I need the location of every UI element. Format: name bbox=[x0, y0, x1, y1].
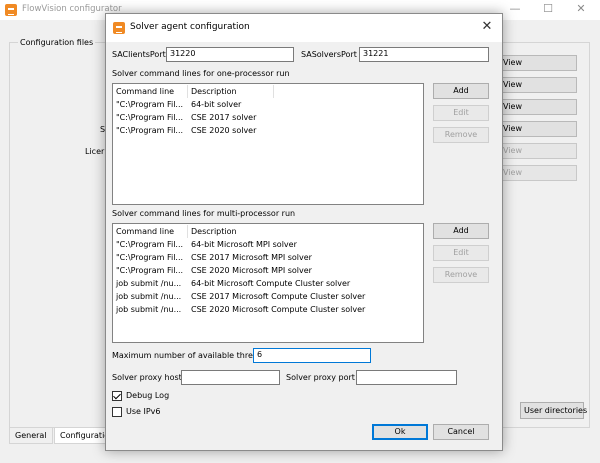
description-cell: CSE 2017 Microsoft MPI solver bbox=[191, 253, 312, 262]
list-item[interactable]: "C:\Program Fil... CSE 2017 Microsoft MP… bbox=[113, 252, 423, 265]
minimize-icon[interactable]: — bbox=[505, 2, 525, 15]
solver-agent-dialog: Solver agent configuration ✕ SAClientsPo… bbox=[105, 13, 503, 451]
column-header[interactable]: Description bbox=[191, 227, 237, 236]
list-header: Command line Description bbox=[113, 224, 423, 238]
sasolvers-port-label: SASolversPort bbox=[301, 50, 357, 59]
multi-proc-edit-button[interactable]: Edit bbox=[433, 245, 489, 261]
command-cell: job submit /nu... bbox=[116, 292, 182, 301]
command-cell: "C:\Program Fil... bbox=[116, 100, 184, 109]
multi-proc-remove-button[interactable]: Remove bbox=[433, 267, 489, 283]
proxy-host-field[interactable] bbox=[181, 370, 280, 385]
app-icon bbox=[113, 22, 125, 34]
command-cell: "C:\Program Fil... bbox=[116, 240, 184, 249]
multi-proc-list[interactable]: Command line Description "C:\Program Fil… bbox=[112, 223, 424, 343]
dialog-titlebar: Solver agent configuration ✕ bbox=[106, 14, 502, 42]
tab-general[interactable]: General bbox=[9, 428, 53, 444]
use-ipv6-checkbox[interactable] bbox=[112, 407, 122, 417]
one-proc-add-button[interactable]: Add bbox=[433, 83, 489, 99]
column-header[interactable]: Command line bbox=[116, 227, 174, 236]
configuration-files-title: Configuration files bbox=[18, 38, 96, 47]
max-threads-label: Maximum number of available threads bbox=[112, 351, 268, 360]
list-header: Command line Description bbox=[113, 84, 423, 98]
command-cell: "C:\Program Fil... bbox=[116, 253, 184, 262]
list-item[interactable]: job submit /nu... CSE 2020 Microsoft Com… bbox=[113, 304, 423, 317]
column-divider[interactable] bbox=[187, 225, 188, 238]
view-button[interactable]: View bbox=[493, 55, 577, 71]
list-item[interactable]: "C:\Program Fil... CSE 2020 solver bbox=[113, 125, 423, 138]
partial-label: Licer bbox=[85, 147, 105, 156]
debug-log-checkbox[interactable] bbox=[112, 391, 122, 401]
column-divider[interactable] bbox=[273, 85, 274, 98]
description-cell: CSE 2017 solver bbox=[191, 113, 257, 122]
view-button[interactable]: View bbox=[493, 99, 577, 115]
use-ipv6-label[interactable]: Use IPv6 bbox=[126, 407, 161, 416]
one-proc-remove-button[interactable]: Remove bbox=[433, 127, 489, 143]
ok-button[interactable]: Ok bbox=[372, 424, 428, 440]
list-item[interactable]: job submit /nu... CSE 2017 Microsoft Com… bbox=[113, 291, 423, 304]
max-threads-field[interactable]: 6 bbox=[253, 348, 371, 363]
proxy-host-label: Solver proxy host bbox=[112, 373, 182, 382]
list-item[interactable]: job submit /nu... 64-bit Microsoft Compu… bbox=[113, 278, 423, 291]
command-cell: "C:\Program Fil... bbox=[116, 113, 184, 122]
debug-log-label[interactable]: Debug Log bbox=[126, 391, 169, 400]
proxy-port-field[interactable] bbox=[356, 370, 457, 385]
sasolvers-port-field[interactable]: 31221 bbox=[359, 47, 489, 62]
view-button[interactable]: View bbox=[493, 77, 577, 93]
one-proc-edit-button[interactable]: Edit bbox=[433, 105, 489, 121]
description-cell: CSE 2017 Microsoft Compute Cluster solve… bbox=[191, 292, 366, 301]
description-cell: 64-bit Microsoft Compute Cluster solver bbox=[191, 279, 351, 288]
close-icon[interactable]: ✕ bbox=[478, 19, 496, 34]
saclients-port-label: SAClientsPort bbox=[112, 50, 166, 59]
list-item[interactable]: "C:\Program Fil... 64-bit Microsoft MPI … bbox=[113, 239, 423, 252]
list-item[interactable]: "C:\Program Fil... 64-bit solver bbox=[113, 99, 423, 112]
user-directories-button[interactable]: User directories bbox=[520, 402, 587, 419]
view-button[interactable]: View bbox=[493, 121, 577, 137]
close-icon[interactable]: ✕ bbox=[571, 2, 591, 15]
command-cell: "C:\Program Fil... bbox=[116, 266, 184, 275]
view-button[interactable]: View bbox=[493, 165, 577, 181]
multi-proc-section-label: Solver command lines for multi-processor… bbox=[112, 209, 296, 218]
description-cell: CSE 2020 Microsoft MPI solver bbox=[191, 266, 312, 275]
saclients-port-field[interactable]: 31220 bbox=[166, 47, 294, 62]
multi-proc-add-button[interactable]: Add bbox=[433, 223, 489, 239]
description-cell: CSE 2020 Microsoft Compute Cluster solve… bbox=[191, 305, 366, 314]
maximize-icon[interactable]: ☐ bbox=[538, 2, 558, 15]
one-proc-list[interactable]: Command line Description "C:\Program Fil… bbox=[112, 83, 424, 205]
command-cell: job submit /nu... bbox=[116, 279, 182, 288]
list-item[interactable]: "C:\Program Fil... CSE 2020 Microsoft MP… bbox=[113, 265, 423, 278]
description-cell: 64-bit solver bbox=[191, 100, 242, 109]
column-header[interactable]: Description bbox=[191, 87, 237, 96]
one-proc-section-label: Solver command lines for one-processor r… bbox=[112, 69, 290, 78]
command-cell: job submit /nu... bbox=[116, 305, 182, 314]
app-icon bbox=[5, 4, 17, 16]
description-cell: CSE 2020 solver bbox=[191, 126, 257, 135]
column-divider[interactable] bbox=[187, 85, 188, 98]
description-cell: 64-bit Microsoft MPI solver bbox=[191, 240, 297, 249]
view-button[interactable]: View bbox=[493, 143, 577, 159]
dialog-title: Solver agent configuration bbox=[130, 22, 250, 32]
cancel-button[interactable]: Cancel bbox=[433, 424, 489, 440]
command-cell: "C:\Program Fil... bbox=[116, 126, 184, 135]
list-item[interactable]: "C:\Program Fil... CSE 2017 solver bbox=[113, 112, 423, 125]
column-header[interactable]: Command line bbox=[116, 87, 174, 96]
proxy-port-label: Solver proxy port bbox=[286, 373, 355, 382]
